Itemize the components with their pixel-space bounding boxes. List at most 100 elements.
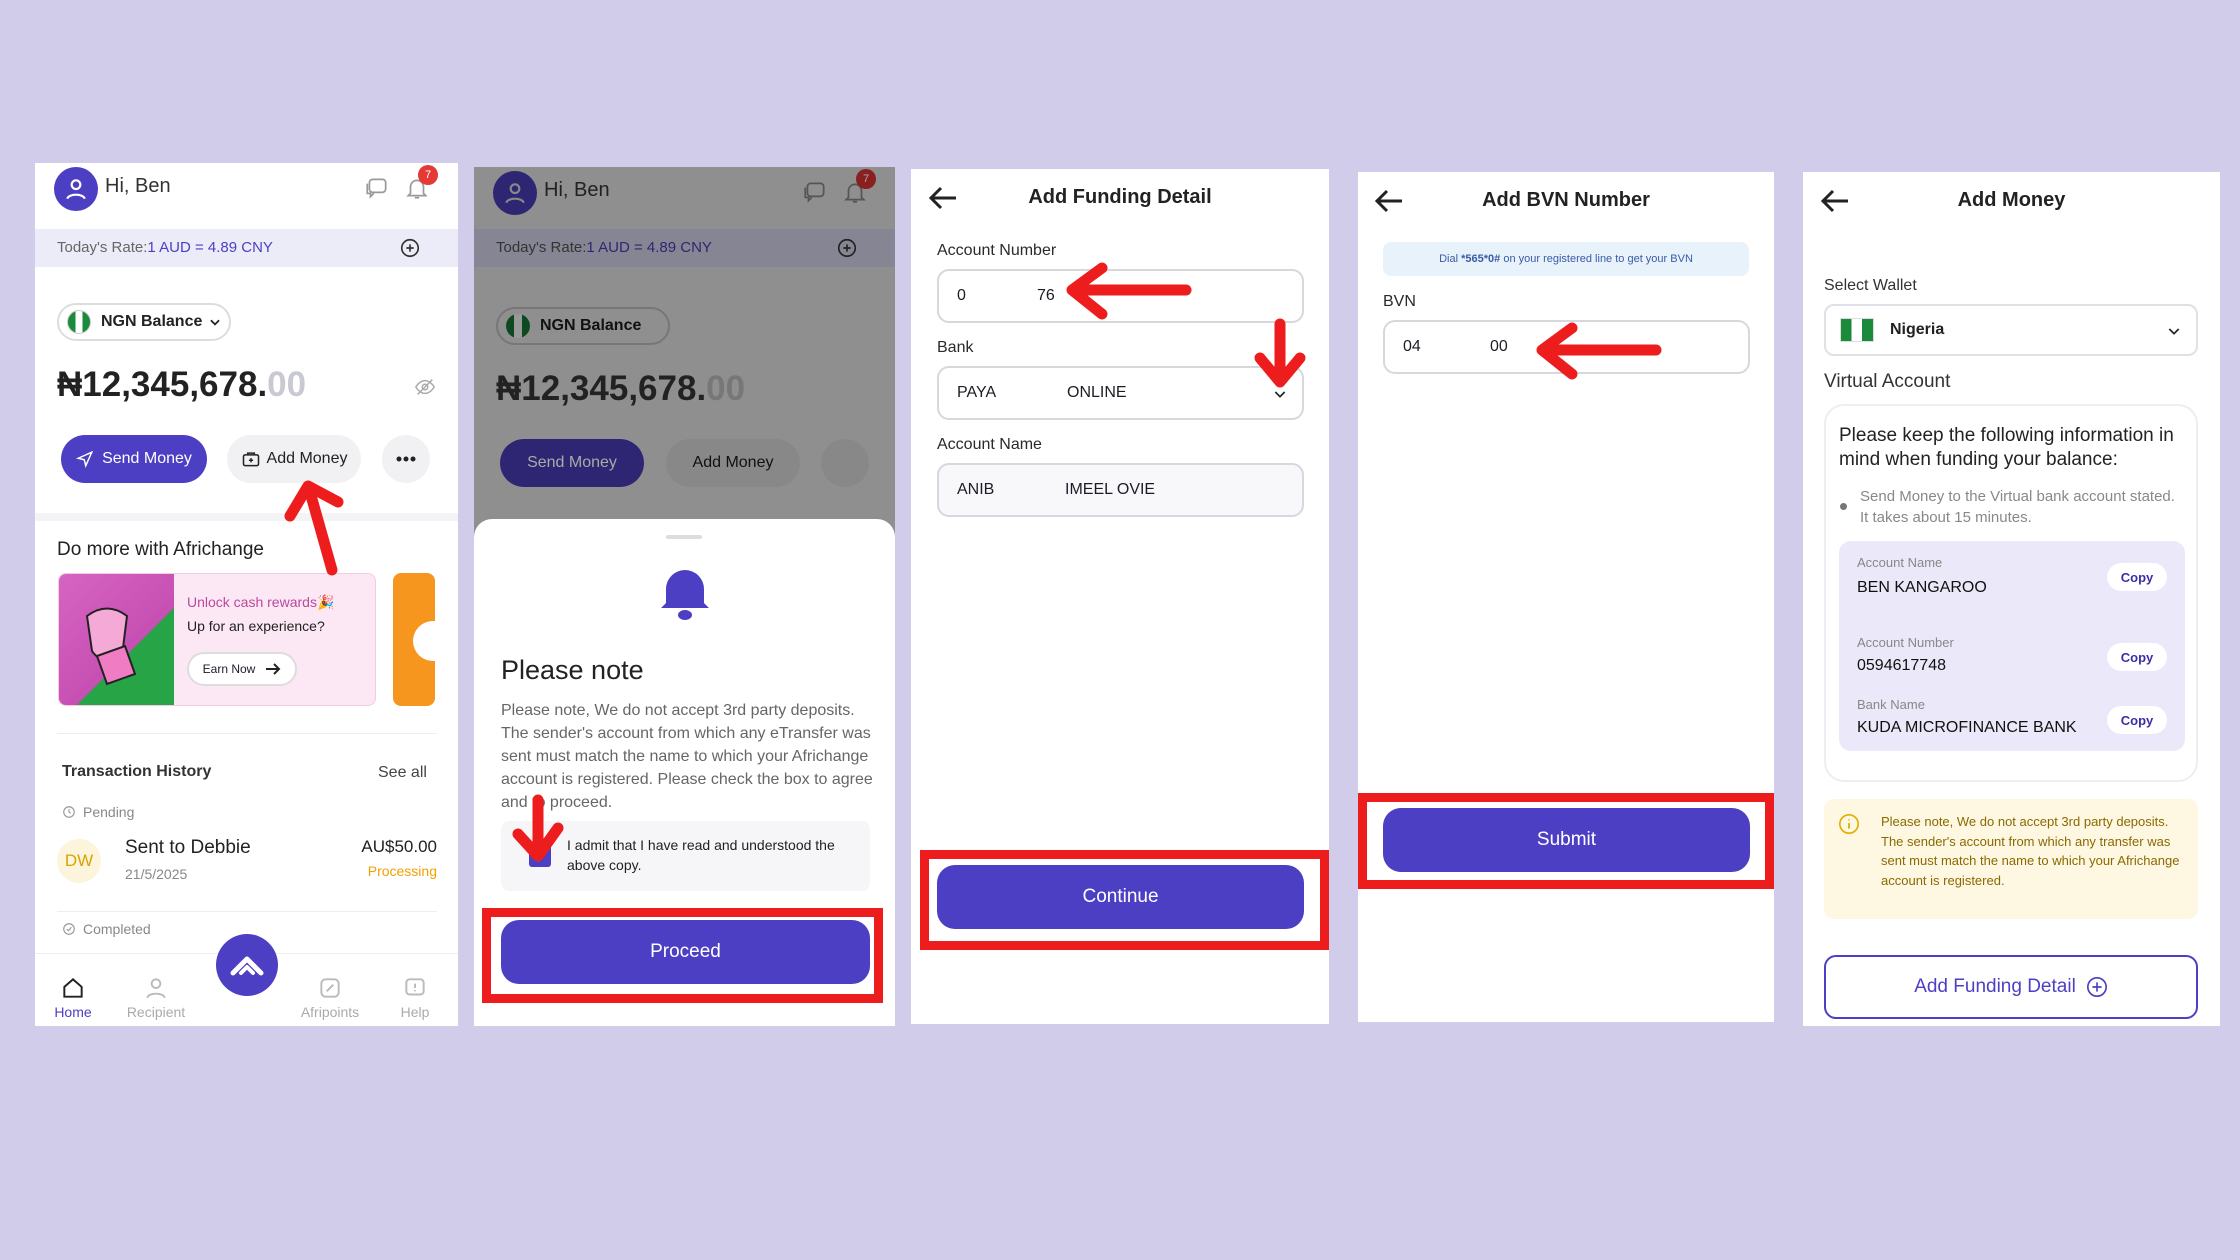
pending-label: Pending <box>83 804 135 820</box>
home-icon <box>63 978 83 998</box>
info-icon <box>1839 814 1859 834</box>
center-action-button[interactable] <box>216 934 278 996</box>
arrow-right-icon <box>266 663 281 675</box>
copy-account-number-button[interactable]: Copy <box>2107 643 2167 671</box>
highlight-submit <box>1358 793 1774 889</box>
gift-hand-icon <box>85 607 137 686</box>
sheet-handle[interactable] <box>666 535 702 539</box>
eye-off-icon[interactable] <box>414 376 436 398</box>
select-wallet-label: Select Wallet <box>1824 277 1917 294</box>
wallet-selector: NGN Balance <box>496 307 670 345</box>
greeting: Hi, Ben <box>544 179 610 201</box>
screen-add-bvn: Add BVN Number Dial *565*0# on your regi… <box>1358 172 1774 1022</box>
completed-label: Completed <box>83 921 151 937</box>
percent-badge-icon <box>320 978 340 998</box>
nav-help[interactable]: Help <box>385 975 445 1020</box>
promo-image <box>59 574 174 705</box>
wallet-select[interactable]: Nigeria <box>1824 304 2198 356</box>
more-button[interactable] <box>382 435 430 483</box>
tx-amount: AU$50.00 <box>361 837 437 856</box>
promo-heading: Do more with Africhange <box>57 539 264 560</box>
annotation-arrow-bank <box>1254 318 1306 388</box>
person-icon <box>146 978 166 999</box>
agree-text: I admit that I have read and understood … <box>567 837 835 873</box>
wallet-icon <box>242 452 259 467</box>
balance-decimals: 00 <box>267 365 307 404</box>
transaction-history-title: Transaction History <box>62 763 212 780</box>
nigeria-flag-icon <box>67 310 91 334</box>
screen-add-money: Add Money Select Wallet Nigeria Virtual … <box>1803 172 2220 1026</box>
wallet-selector[interactable]: NGN Balance <box>57 303 231 341</box>
bank-select[interactable]: PAYA ONLINE <box>937 366 1304 420</box>
promo-line-1: Unlock cash rewards🎉 <box>187 594 335 610</box>
nav-home[interactable]: Home <box>43 975 103 1020</box>
annotation-arrow-checkbox <box>512 794 564 862</box>
bvn-label: BVN <box>1383 293 1416 310</box>
add-funding-detail-button[interactable]: Add Funding Detail <box>1824 955 2198 1019</box>
plus-circle-icon <box>2086 977 2107 997</box>
account-details-panel: Account Name BEN KANGAROO Copy Account N… <box>1839 541 2185 751</box>
bank-name-value: KUDA MICROFINANCE BANK <box>1857 719 2077 736</box>
info-heading: Please keep the following information in… <box>1839 425 2174 470</box>
user-icon <box>66 179 86 200</box>
send-money-button[interactable]: Send Money <box>61 435 207 483</box>
help-icon <box>405 978 425 996</box>
bell-filled-icon <box>661 570 709 620</box>
avatar[interactable] <box>54 167 98 211</box>
send-icon <box>76 450 94 468</box>
virtual-account-label: Virtual Account <box>1824 371 1951 392</box>
tx-avatar: DW <box>57 839 101 883</box>
notification-badge: 7 <box>856 169 876 189</box>
user-icon <box>505 183 525 204</box>
promo-card[interactable]: Unlock cash rewards🎉 Up for an experienc… <box>58 573 376 706</box>
info-bullet: Send Money to the Virtual bank account s… <box>1860 488 2175 526</box>
clock-icon <box>63 806 75 818</box>
tx-date: 21/5/2025 <box>125 866 188 882</box>
chevron-down-icon <box>2168 328 2180 335</box>
add-money-button[interactable]: Add Money <box>227 435 361 483</box>
rate-value: 1 AUD = 4.89 CNY <box>147 239 273 256</box>
chat-icon[interactable] <box>364 175 390 201</box>
earn-now-button[interactable]: Earn Now <box>187 652 297 686</box>
sheet-title: Please note <box>501 655 644 685</box>
bullet-dot <box>1840 503 1847 510</box>
balance-amount: ₦12,345,678. <box>57 365 268 404</box>
account-name-value: BEN KANGAROO <box>1857 579 1987 596</box>
annotation-arrow-account-number <box>1066 262 1192 320</box>
avatar <box>493 171 537 215</box>
dial-hint: Dial *565*0# on your registered line to … <box>1383 242 1749 276</box>
screen-home: Hi, Ben 7 Today's Rate:1 AUD = 4.89 CNY … <box>35 163 458 1026</box>
account-name-label: Account Name <box>937 436 1042 453</box>
highlight-continue <box>920 850 1329 950</box>
highlight-proceed <box>482 908 883 1003</box>
bank-label: Bank <box>937 339 974 356</box>
account-name-field[interactable]: ANIB IMEEL OVIE <box>937 463 1304 517</box>
nav-afripoints[interactable]: Afripoints <box>290 975 370 1020</box>
chevron-down-icon <box>210 319 221 326</box>
promo-card-next[interactable] <box>393 573 435 706</box>
see-all-link[interactable]: See all <box>378 764 427 782</box>
page-title: Add Money <box>1957 189 2066 211</box>
more-button <box>821 439 869 487</box>
notification-badge: 7 <box>418 165 438 185</box>
divider <box>35 513 458 521</box>
transaction-row[interactable]: DW Sent to Debbie 21/5/2025 AU$50.00 Pro… <box>57 833 437 893</box>
copy-bank-name-button[interactable]: Copy <box>2107 706 2167 734</box>
virtual-account-card: Please keep the following information in… <box>1824 404 2198 782</box>
add-circle-icon[interactable] <box>399 237 421 259</box>
send-money-button: Send Money <box>500 439 644 487</box>
nav-recipient[interactable]: Recipient <box>118 975 194 1020</box>
africhange-logo-icon <box>230 956 264 976</box>
tx-title: Sent to Debbie <box>125 837 251 858</box>
check-circle-icon <box>63 923 75 935</box>
wallet-selector-label: NGN Balance <box>101 313 203 330</box>
more-icon <box>396 456 416 462</box>
annotation-arrow-add-money <box>284 480 344 576</box>
add-circle-icon <box>837 238 857 258</box>
copy-account-name-button[interactable]: Copy <box>2107 563 2167 591</box>
account-number-value: 0594617748 <box>1857 657 1946 674</box>
rate-prefix: Today's Rate: <box>57 239 148 256</box>
account-number-label: Account Number <box>937 242 1057 259</box>
nigeria-flag-icon <box>506 314 530 338</box>
add-money-button: Add Money <box>666 439 800 487</box>
